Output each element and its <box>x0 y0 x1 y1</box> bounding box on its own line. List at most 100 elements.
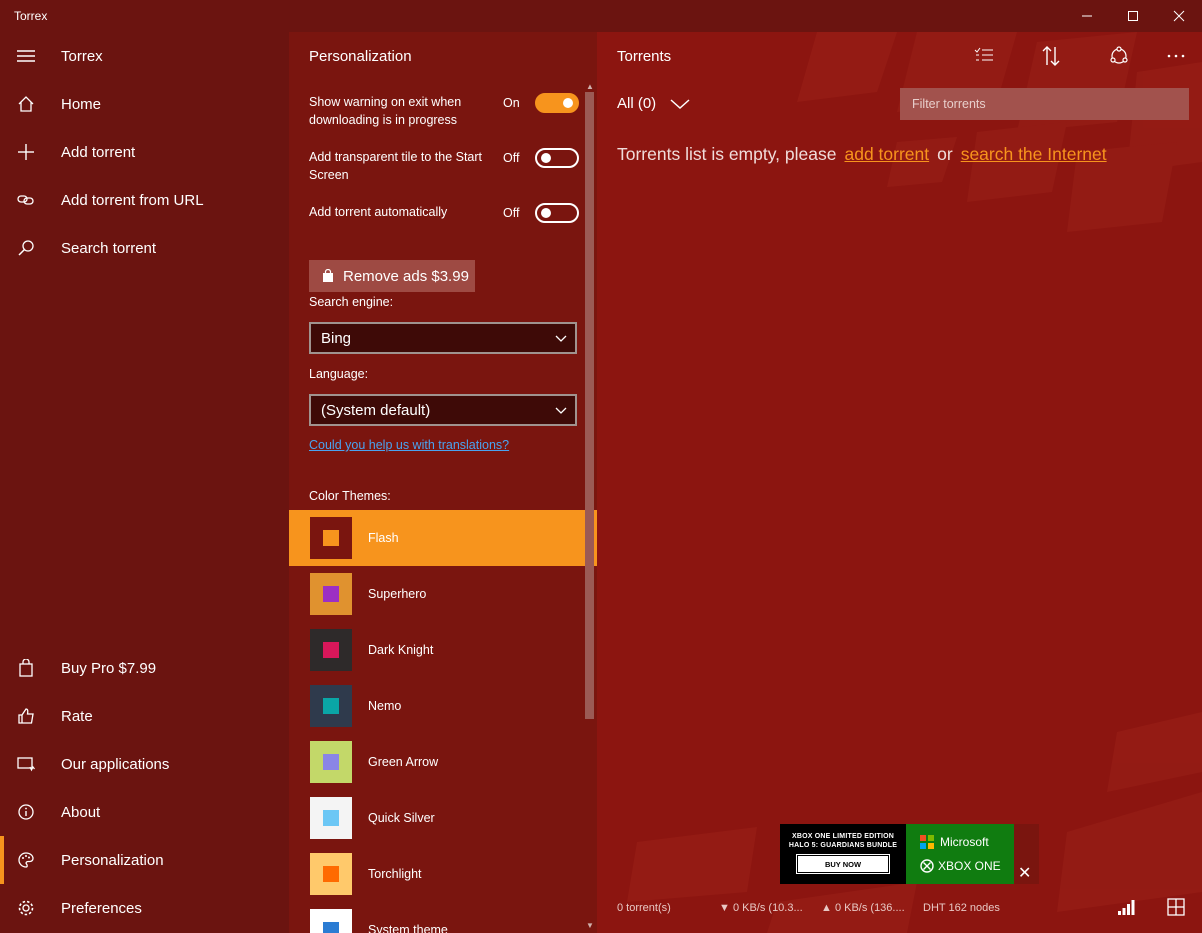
scrollbar-thumb[interactable] <box>585 92 594 719</box>
pane-title: Personalization <box>309 48 412 65</box>
color-themes-label: Color Themes: <box>309 489 391 503</box>
nav-item-home[interactable]: Home <box>0 80 289 128</box>
nav-item-add-torrent-url[interactable]: Add torrent from URL <box>0 176 289 224</box>
plus-icon <box>18 144 34 160</box>
maximize-icon <box>1128 11 1138 21</box>
theme-swatch <box>310 741 352 783</box>
theme-option[interactable]: Dark Knight <box>289 622 597 678</box>
theme-name: Quick Silver <box>368 811 435 825</box>
language-select[interactable]: (System default) <box>309 394 577 426</box>
theme-name: Green Arrow <box>368 755 439 769</box>
sort-icon <box>1042 46 1060 66</box>
link-icon <box>17 195 34 205</box>
theme-swatch-inner <box>323 642 339 658</box>
remove-ads-label: Remove ads $3.99 <box>343 267 469 285</box>
remove-ads-button[interactable]: Remove ads $3.99 <box>309 260 475 292</box>
nav-item-about[interactable]: About <box>0 788 289 836</box>
maximize-button[interactable] <box>1110 0 1156 32</box>
thumbs-up-icon <box>18 708 34 724</box>
theme-swatch <box>310 685 352 727</box>
ad-close-button[interactable]: ✕ <box>1014 824 1039 884</box>
theme-swatch <box>310 629 352 671</box>
store-icon <box>17 757 35 772</box>
chevron-down-icon <box>555 407 567 414</box>
theme-name: System theme <box>368 923 448 933</box>
scroll-down-arrow[interactable]: ▼ <box>586 921 594 930</box>
minimize-icon <box>1082 15 1092 17</box>
share-button[interactable] <box>1107 44 1131 68</box>
add-torrent-link[interactable]: add torrent <box>844 144 929 164</box>
nav-item-label: About <box>61 803 101 821</box>
filter-torrents-input[interactable] <box>900 88 1189 120</box>
language-value: (System default) <box>321 401 431 419</box>
ad-left-panel: XBOX ONE LIMITED EDITION HALO 5: GUARDIA… <box>780 824 906 884</box>
theme-option[interactable]: Superhero <box>289 566 597 622</box>
nav-item-label: Our applications <box>61 755 170 773</box>
select-mode-button[interactable] <box>972 44 996 68</box>
hamburger-icon <box>17 50 35 62</box>
palette-icon <box>18 852 34 868</box>
filter-label: All (0) <box>617 95 657 112</box>
nav-item-add-torrent[interactable]: Add torrent <box>0 128 289 176</box>
info-icon <box>18 804 34 820</box>
more-icon <box>1167 54 1185 58</box>
grid-view-icon[interactable] <box>1166 898 1186 916</box>
search-internet-link[interactable]: search the Internet <box>961 144 1107 164</box>
auto-add-toggle[interactable] <box>535 203 579 223</box>
torrents-title: Torrents <box>617 48 672 65</box>
translation-help-link[interactable]: Could you help us with translations? <box>309 438 509 452</box>
theme-swatch <box>310 517 352 559</box>
microsoft-logo-icon <box>920 835 934 849</box>
exit-warning-toggle[interactable] <box>535 93 579 113</box>
ad-buy-now-button[interactable]: BUY NOW <box>796 854 890 874</box>
torrent-filter-dropdown[interactable]: All (0) <box>617 95 690 112</box>
nav-item-personalization[interactable]: Personalization <box>0 836 289 884</box>
search-icon <box>18 240 34 256</box>
search-engine-value: Bing <box>321 329 352 347</box>
signal-strength-icon[interactable] <box>1117 898 1137 916</box>
setting-exit-warning: Show warning on exit when downloading is… <box>309 93 579 129</box>
more-options-button[interactable] <box>1164 44 1188 68</box>
nav-item-preferences[interactable]: Preferences <box>0 884 289 932</box>
nav-item-search-torrent[interactable]: Search torrent <box>0 224 289 272</box>
setting-text: Add torrent automatically <box>309 205 448 219</box>
advertisement-banner[interactable]: XBOX ONE LIMITED EDITION HALO 5: GUARDIA… <box>780 824 1014 884</box>
nav-item-label: Preferences <box>61 899 142 917</box>
scroll-up-arrow[interactable]: ▲ <box>586 82 594 91</box>
setting-auto-add: Add torrent automatically Off <box>309 203 579 223</box>
nav-item-label: Buy Pro $7.99 <box>61 659 157 677</box>
theme-swatch <box>310 853 352 895</box>
or-text: or <box>937 144 953 164</box>
theme-option[interactable]: System theme <box>289 902 597 933</box>
close-icon: ✕ <box>1018 865 1032 882</box>
nav-item-label: Add torrent from URL <box>61 191 204 209</box>
chevron-down-icon <box>670 98 690 109</box>
status-torrent-count: 0 torrent(s) <box>617 902 671 914</box>
theme-name: Torchlight <box>368 867 422 881</box>
nav-item-label: Rate <box>61 707 93 725</box>
sort-button[interactable] <box>1039 44 1063 68</box>
close-button[interactable] <box>1156 0 1202 32</box>
ad-line-1: XBOX ONE LIMITED EDITION <box>791 833 895 840</box>
theme-option[interactable]: Quick Silver <box>289 790 597 846</box>
theme-option[interactable]: Nemo <box>289 678 597 734</box>
theme-option[interactable]: Torchlight <box>289 846 597 902</box>
shopping-bag-icon <box>323 269 333 282</box>
nav-item-rate[interactable]: Rate <box>0 692 289 740</box>
close-icon <box>1173 10 1185 22</box>
search-engine-select[interactable]: Bing <box>309 322 577 354</box>
background-pattern <box>627 32 1202 933</box>
theme-swatch-inner <box>323 586 339 602</box>
theme-option[interactable]: Green Arrow <box>289 734 597 790</box>
ad-brand: Microsoft <box>940 835 989 849</box>
nav-item-buy-pro[interactable]: Buy Pro $7.99 <box>0 644 289 692</box>
hamburger-menu-button[interactable]: Torrex <box>0 32 289 80</box>
empty-list-message: Torrents list is empty, please add torren… <box>617 144 1107 165</box>
theme-option[interactable]: Flash <box>289 510 597 566</box>
transparent-tile-toggle[interactable] <box>535 148 579 168</box>
nav-item-our-applications[interactable]: Our applications <box>0 740 289 788</box>
gear-icon <box>18 900 34 916</box>
theme-swatch-inner <box>323 922 339 933</box>
minimize-button[interactable] <box>1064 0 1110 32</box>
toggle-state: Off <box>503 151 520 165</box>
